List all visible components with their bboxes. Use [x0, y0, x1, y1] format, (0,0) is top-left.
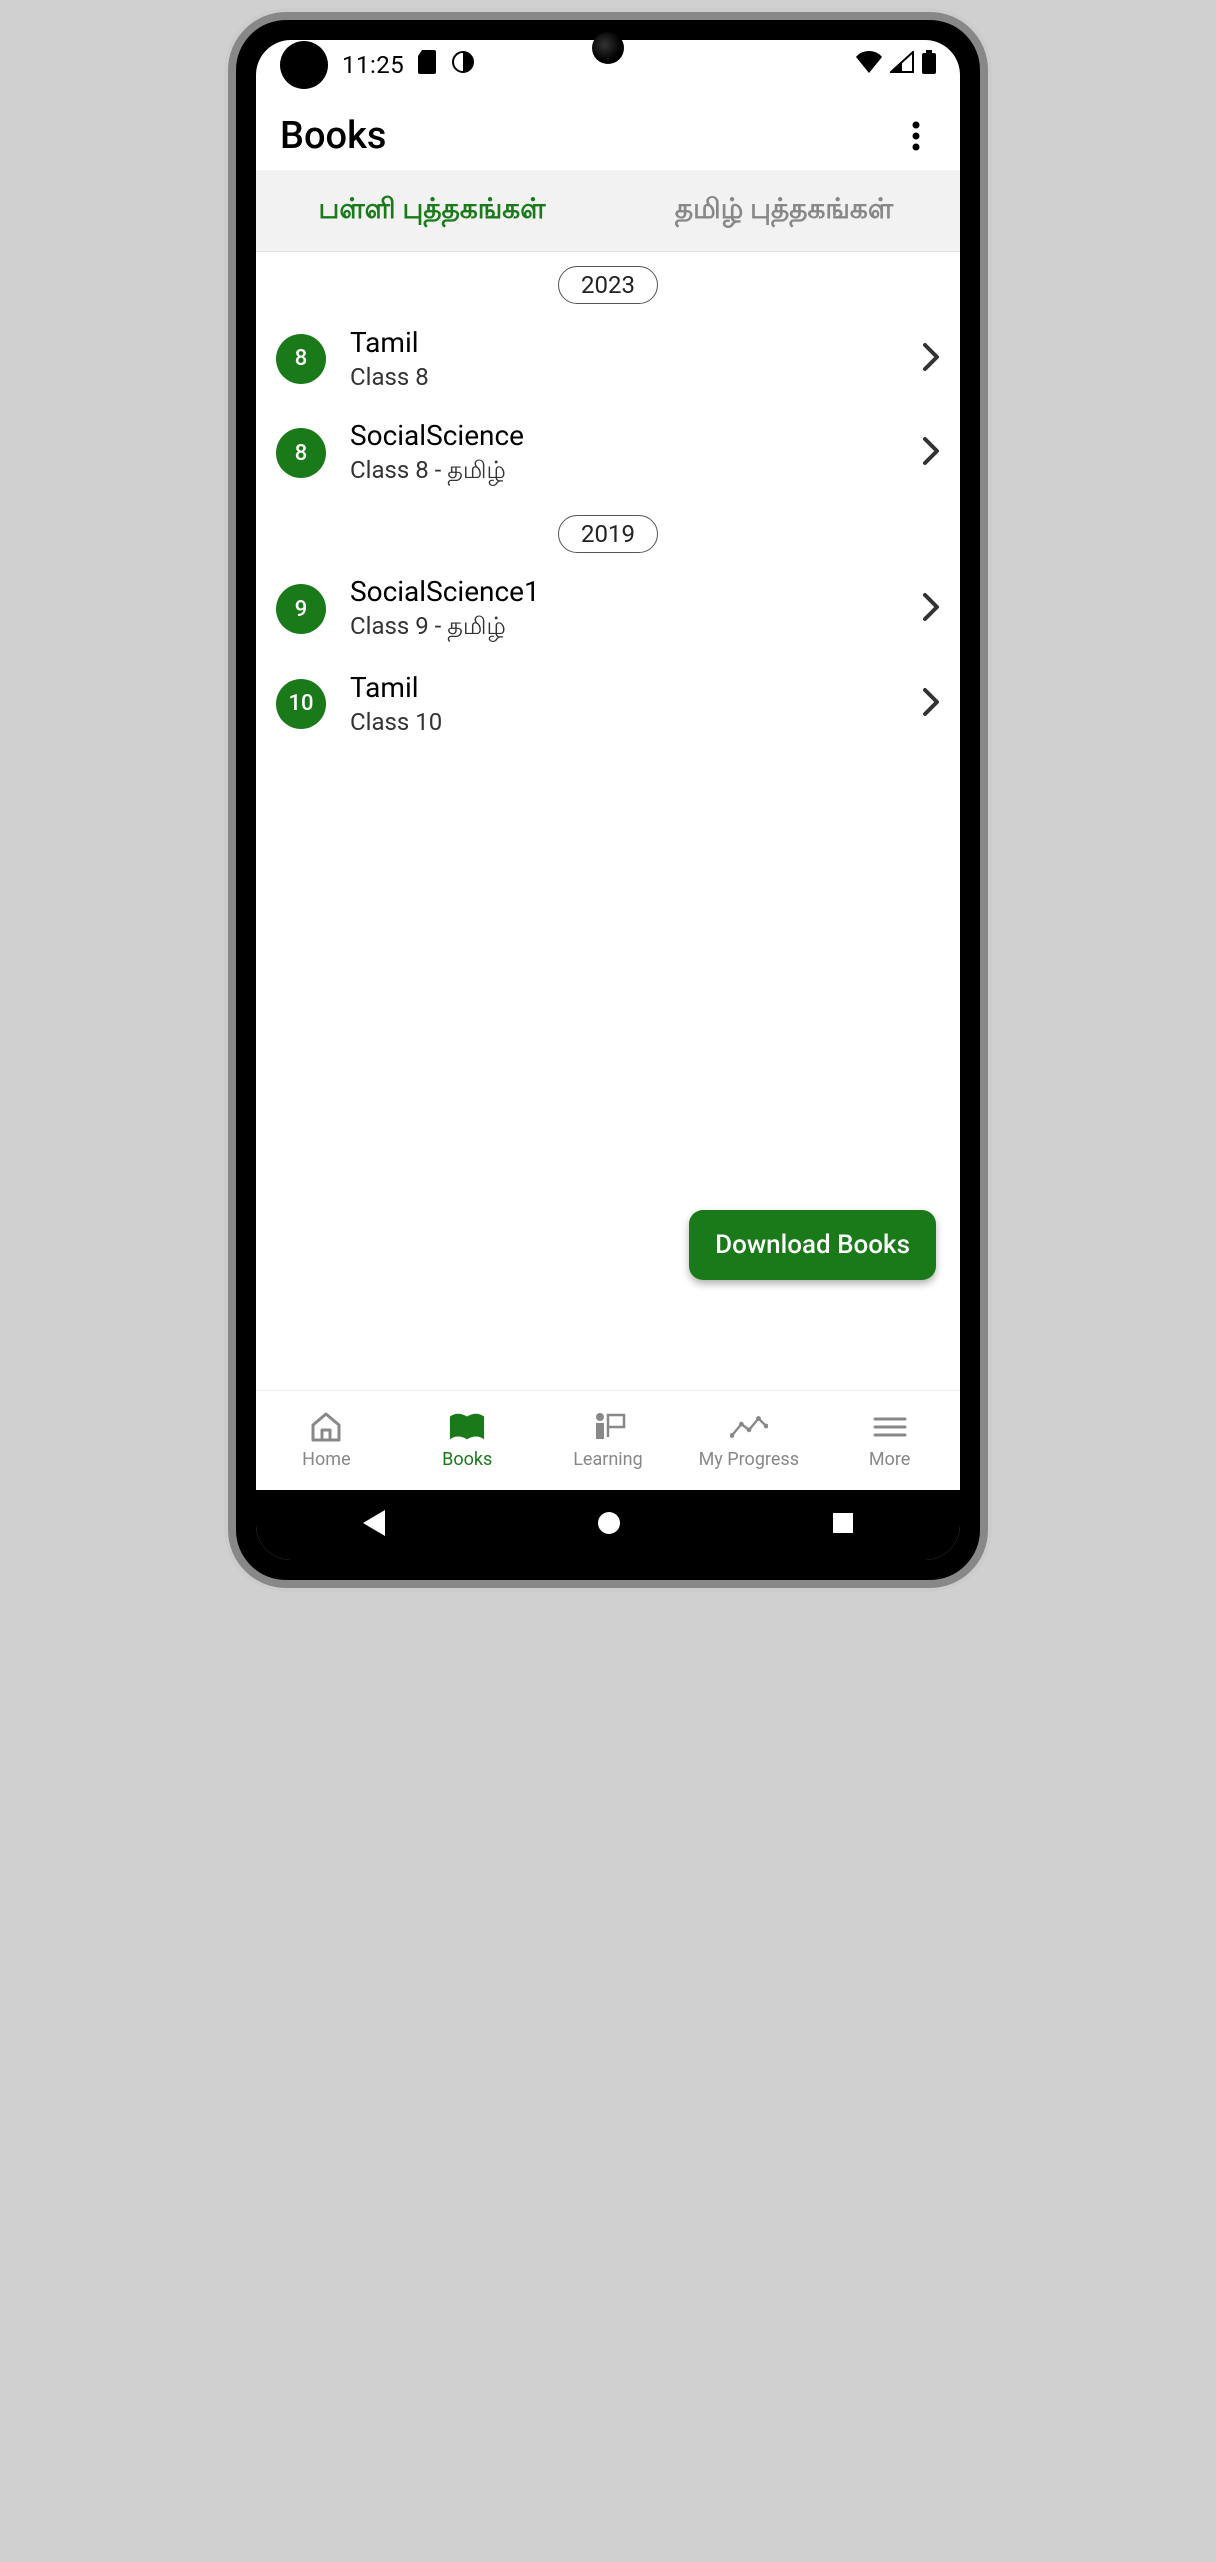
signal-icon	[890, 51, 914, 79]
status-left: 11:25	[280, 41, 474, 89]
class-badge: 10	[276, 679, 326, 729]
book-row[interactable]: 8 Tamil Class 8	[256, 312, 960, 405]
book-title: Tamil	[350, 326, 898, 359]
sd-card-icon	[418, 50, 438, 80]
sys-home-button[interactable]	[596, 1510, 622, 1540]
book-list-content[interactable]: 2023 8 Tamil Class 8 8 SocialScience Cla…	[256, 252, 960, 1390]
home-icon	[307, 1411, 345, 1443]
book-row[interactable]: 9 SocialScience1 Class 9 - தமிழ்	[256, 561, 960, 657]
camera-notch	[592, 32, 624, 64]
page-title: Books	[280, 114, 387, 158]
book-title: SocialScience	[350, 419, 898, 452]
book-text: SocialScience Class 8 - தமிழ்	[350, 419, 898, 487]
nav-progress[interactable]: My Progress	[678, 1391, 819, 1490]
book-subtitle: Class 10	[350, 708, 898, 736]
category-tabbar: பள்ளி புத்தகங்கள் தமிழ் புத்தகங்கள்	[256, 170, 960, 252]
nav-label: My Progress	[699, 1449, 799, 1470]
status-time: 11:25	[342, 51, 404, 79]
wifi-icon	[856, 51, 882, 79]
nav-label: Learning	[573, 1449, 643, 1470]
phone-frame: 11:25 Books	[236, 20, 980, 1580]
app-header: Books	[256, 90, 960, 170]
book-subtitle: Class 8 - தமிழ்	[350, 456, 898, 487]
book-text: SocialScience1 Class 9 - தமிழ்	[350, 575, 898, 643]
nav-learning[interactable]: Learning	[538, 1391, 679, 1490]
status-right	[856, 50, 936, 80]
book-row[interactable]: 8 SocialScience Class 8 - தமிழ்	[256, 405, 960, 501]
learning-icon	[589, 1411, 627, 1443]
class-badge: 8	[276, 428, 326, 478]
more-vert-icon	[912, 121, 920, 151]
phone-screen: 11:25 Books	[256, 40, 960, 1560]
nav-books[interactable]: Books	[397, 1391, 538, 1490]
overflow-menu-button[interactable]	[896, 116, 936, 156]
chevron-right-icon	[922, 592, 940, 626]
class-badge: 9	[276, 584, 326, 634]
nav-label: More	[869, 1449, 910, 1470]
book-icon	[448, 1411, 486, 1443]
book-subtitle: Class 9 - தமிழ்	[350, 612, 898, 643]
book-title: Tamil	[350, 671, 898, 704]
download-books-button[interactable]: Download Books	[689, 1210, 936, 1280]
nav-label: Books	[442, 1449, 492, 1470]
class-badge: 8	[276, 334, 326, 384]
book-row[interactable]: 10 Tamil Class 10	[256, 657, 960, 750]
sys-recent-button[interactable]	[831, 1511, 855, 1539]
tab-school-books[interactable]: பள்ளி புத்தகங்கள்	[256, 170, 608, 251]
android-system-nav	[256, 1490, 960, 1560]
more-icon	[871, 1411, 909, 1443]
tab-tamil-books[interactable]: தமிழ் புத்தகங்கள்	[608, 170, 960, 251]
chevron-right-icon	[922, 436, 940, 470]
sys-back-button[interactable]	[361, 1508, 387, 1542]
battery-icon	[922, 50, 936, 80]
book-title: SocialScience1	[350, 575, 898, 608]
data-saver-icon	[452, 51, 474, 79]
chevron-right-icon	[922, 342, 940, 376]
chevron-right-icon	[922, 687, 940, 721]
nav-home[interactable]: Home	[256, 1391, 397, 1490]
book-text: Tamil Class 8	[350, 326, 898, 391]
year-chip-2019: 2019	[558, 515, 658, 553]
book-subtitle: Class 8	[350, 363, 898, 391]
progress-icon	[730, 1411, 768, 1443]
bottom-nav: Home Books Learning My Progress	[256, 1390, 960, 1490]
book-text: Tamil Class 10	[350, 671, 898, 736]
status-avatar-dot	[280, 41, 328, 89]
nav-more[interactable]: More	[819, 1391, 960, 1490]
year-chip-2023: 2023	[558, 266, 658, 304]
nav-label: Home	[302, 1449, 350, 1470]
